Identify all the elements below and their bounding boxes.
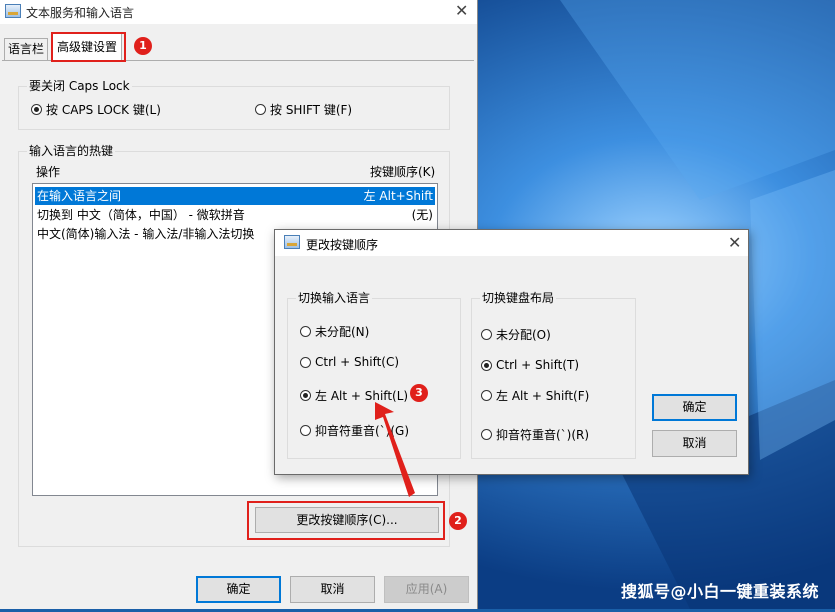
arrow-icon xyxy=(375,402,415,497)
annotation-arrow xyxy=(375,402,415,497)
watermark-text: 搜狐号@小白一键重装系统 xyxy=(621,582,820,601)
